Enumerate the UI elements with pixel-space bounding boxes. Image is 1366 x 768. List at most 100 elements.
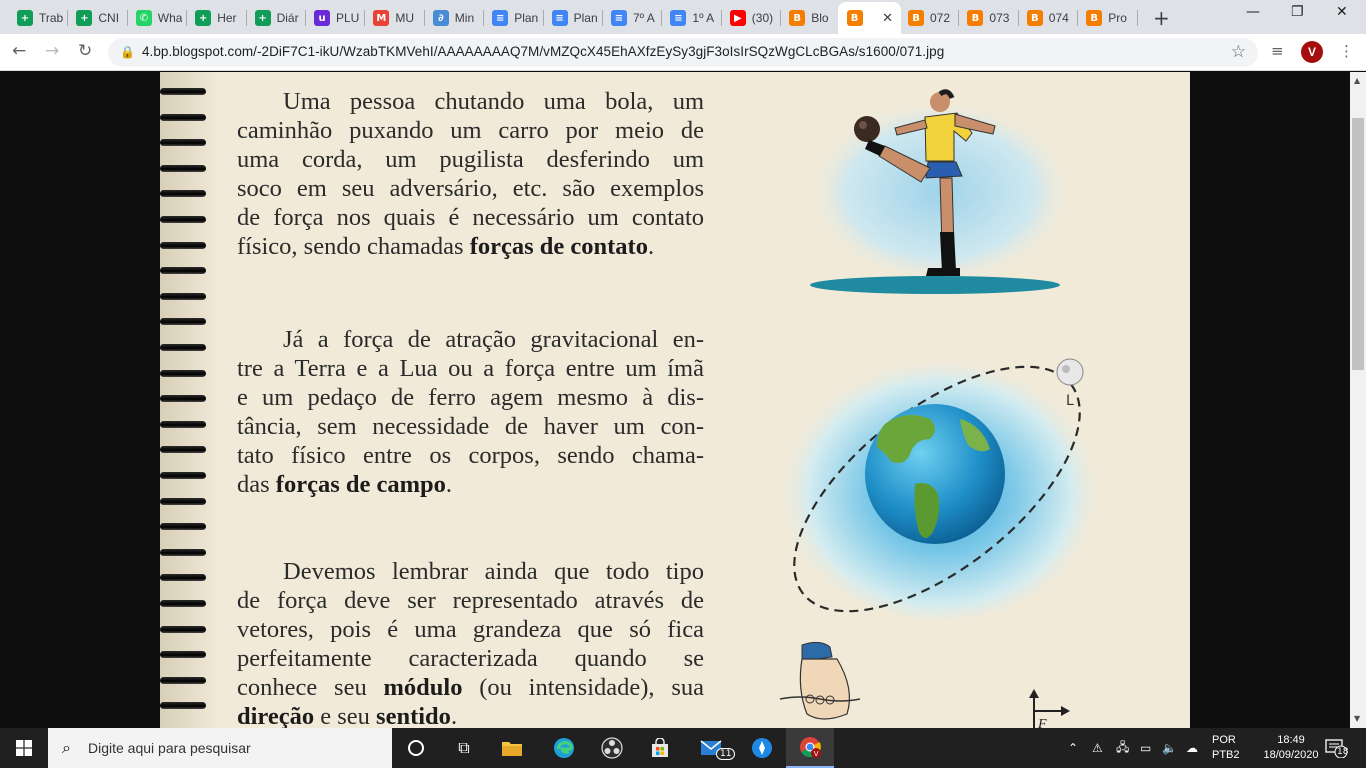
notification-center-button[interactable]: 18: [1325, 738, 1348, 759]
text-run: .: [445, 471, 453, 498]
tab-title: 072: [930, 11, 951, 25]
spiral-ring: [160, 137, 208, 147]
spiral-ring-wire: [160, 344, 206, 351]
start-button[interactable]: [0, 728, 48, 768]
browser-tab[interactable]: u PLU: [305, 4, 364, 32]
bold-term: módulo: [383, 674, 463, 701]
text-run: de força deve ser representado através d…: [237, 587, 704, 614]
spiral-ring: [160, 675, 208, 685]
media-controls-icon[interactable]: ≡: [1271, 42, 1284, 60]
browser-tab[interactable]: B Pro: [1077, 4, 1136, 32]
browser-tab[interactable]: ▶ (30): [721, 4, 780, 32]
taskbar-search-placeholder[interactable]: Digite aqui para pesquisar: [88, 740, 251, 756]
spiral-ring: [160, 547, 208, 557]
browser-tab[interactable]: ∂ Min: [424, 4, 483, 32]
moon-label: L: [1066, 393, 1074, 409]
tab-title: CNI: [98, 11, 120, 25]
windows-logo-icon: [16, 740, 32, 756]
profile-avatar[interactable]: V: [1301, 41, 1323, 63]
new-tab-button[interactable]: +: [1153, 6, 1170, 30]
close-window-button[interactable]: ✕: [1336, 4, 1348, 20]
browser-tab[interactable]: + CNI: [67, 4, 126, 32]
system-clock[interactable]: 18:49 18/09/2020: [1255, 733, 1327, 763]
browser-tab[interactable]: + Diár: [246, 4, 305, 32]
browser-tab[interactable]: + Her: [186, 4, 245, 32]
text-line: tre a Terra e a Lua ou a força entre um …: [237, 354, 704, 383]
spiral-ring: [160, 265, 208, 275]
spiral-ring-wire: [160, 600, 206, 607]
close-tab-icon[interactable]: ✕: [882, 11, 893, 26]
text-line: uma corda, um pugilista desferindo um: [237, 145, 704, 174]
battery-icon[interactable]: ▭: [1140, 728, 1151, 768]
browser-tab[interactable]: ≡ Plan: [543, 4, 602, 32]
tab-title: Pro: [1108, 11, 1127, 25]
text-line: Devemos lembrar ainda que todo tipo: [237, 557, 704, 586]
warning-network-icon[interactable]: ⚠: [1092, 728, 1103, 768]
text-run: físico, sendo chamadas: [237, 233, 470, 260]
text-run: (ou intensidade), sua: [462, 674, 704, 701]
minimize-button[interactable]: —: [1246, 4, 1260, 20]
edge-button[interactable]: [540, 728, 588, 768]
spiral-ring-wire: [160, 113, 206, 121]
browser-tab[interactable]: M MU: [364, 4, 423, 32]
svg-text:V: V: [814, 750, 819, 758]
browser-tab[interactable]: + Trab: [8, 4, 67, 32]
volume-icon[interactable]: 🔈: [1162, 728, 1177, 768]
text-line: e um pedaço de ferro agem mesmo à dis-: [237, 383, 704, 412]
task-view-button[interactable]: ⧉: [440, 728, 488, 768]
bookmark-star-icon[interactable]: ☆: [1231, 42, 1246, 62]
store-button[interactable]: [636, 728, 684, 768]
file-explorer-button[interactable]: [488, 728, 536, 768]
forward-button[interactable]: →: [45, 41, 59, 61]
network-icon[interactable]: 🖧: [1116, 728, 1129, 768]
browser-tab[interactable]: ≡ 7º A: [602, 4, 661, 32]
scrollbar-thumb[interactable]: [1352, 118, 1364, 370]
language-code: POR: [1212, 734, 1236, 746]
taskbar-search-box[interactable]: ⌕ Digite aqui para pesquisar: [48, 728, 392, 768]
url-text[interactable]: 4.bp.blogspot.com/-2DiF7C1-ikU/WzabTKMVe…: [142, 44, 944, 59]
text-run: das: [237, 471, 276, 498]
mail-button[interactable]: 11: [688, 728, 736, 768]
browser-tab[interactable]: B 072: [899, 4, 958, 32]
spiral-ring-wire: [160, 625, 206, 633]
spiral-ring-wire: [160, 88, 206, 95]
browser-tab[interactable]: B Blo: [780, 4, 839, 32]
spiral-ring: [160, 368, 208, 378]
bold-term: forças de campo: [275, 471, 446, 498]
cortana-button[interactable]: [392, 728, 440, 768]
vertical-scrollbar[interactable]: ▲ ▼: [1350, 72, 1366, 728]
spiral-ring-wire: [160, 548, 206, 556]
blogger-icon: B: [789, 10, 806, 26]
browser-tab[interactable]: B ✕: [837, 2, 901, 34]
browser-tab[interactable]: B 074: [1018, 4, 1077, 32]
whatsapp-icon: ✆: [135, 10, 152, 26]
folder-icon: [502, 742, 522, 756]
chrome-button[interactable]: V: [786, 728, 834, 768]
bold-term: direção: [237, 703, 315, 728]
restore-button[interactable]: ❐: [1291, 4, 1304, 20]
reload-button[interactable]: ↻: [78, 41, 92, 61]
input-language[interactable]: POR PTB2: [1212, 733, 1240, 763]
back-button[interactable]: ←: [12, 41, 26, 61]
browser-tab[interactable]: ✆ Wha: [127, 4, 186, 32]
browser-tab[interactable]: B 073: [958, 4, 1017, 32]
browser-app-button[interactable]: [738, 728, 786, 768]
tab-title: PLU: [336, 11, 360, 25]
address-bar[interactable]: 🔒 4.bp.blogspot.com/-2DiF7C1-ikU/WzabTKM…: [108, 38, 1258, 67]
onedrive-cloud-icon[interactable]: ☁: [1186, 728, 1198, 768]
browser-toolbar: ← → ↻ 🔒 4.bp.blogspot.com/-2DiF7C1-ikU/W…: [0, 34, 1366, 71]
menu-kebab-icon[interactable]: ⋮: [1339, 42, 1354, 60]
obs-button[interactable]: [588, 728, 636, 768]
show-hidden-icons-chevron-icon[interactable]: ⌃: [1068, 728, 1078, 768]
browser-tab[interactable]: ≡ 1º A: [661, 4, 720, 32]
lock-icon[interactable]: 🔒: [120, 45, 135, 59]
spiral-ring: [160, 86, 208, 96]
browser-tab[interactable]: ≡ Plan: [483, 4, 542, 32]
spiral-ring: [160, 316, 208, 326]
text-line: direção e seu sentido.: [237, 702, 704, 728]
tab-title: Blo: [811, 11, 829, 25]
text-line: físico, sendo chamadas forças de contato…: [237, 232, 704, 261]
scroll-up-arrow-icon[interactable]: ▲: [1354, 76, 1360, 85]
scroll-down-arrow-icon[interactable]: ▼: [1354, 714, 1360, 723]
keyboard-layout: PTB2: [1212, 749, 1240, 761]
